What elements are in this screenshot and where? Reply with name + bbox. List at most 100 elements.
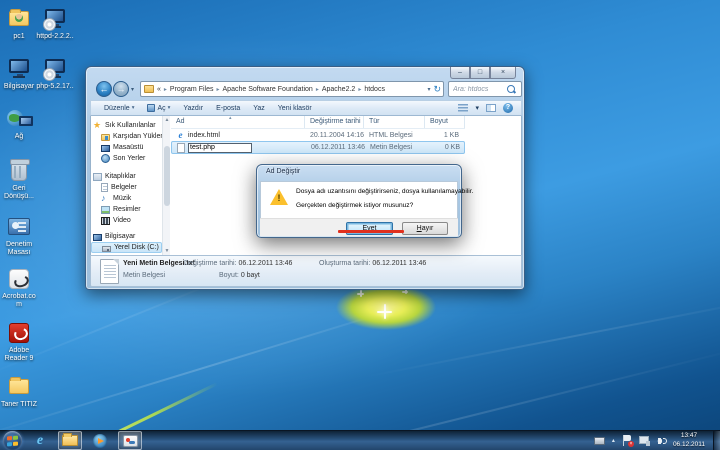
language-keyboard-icon[interactable] [594,437,605,445]
scrollbar-thumb[interactable] [164,146,170,206]
volume-icon[interactable] [657,436,667,446]
address-dropdown-icon[interactable]: ▾ [424,86,433,93]
column-header-size[interactable]: Boyut [425,116,465,128]
address-bar: ← → ▾ « ▸ Program Files ▸ Apache Softwar… [90,80,522,99]
recycle-bin-icon [5,158,33,184]
breadcrumb-separator-icon: ▸ [217,86,220,93]
sidebar-item-music[interactable]: ♪ Müzik [91,193,162,204]
taskbar: e ▴ × 13:47 06.12.2011 [0,430,720,450]
red-underline-annotation [338,230,404,233]
back-button[interactable]: ← [96,81,112,97]
toolbar-duzenle[interactable]: Düzenle ▾ [104,105,134,112]
sidebar-item-local-disk-c[interactable]: Yerel Disk (C:) [91,242,162,253]
maximize-button[interactable]: □ [470,67,490,79]
sidebar-item-downloads[interactable]: Karşıdan Yüklem [91,131,162,142]
details-file-type: Metin Belgesi [123,272,165,279]
scroll-up-icon[interactable]: ▲ [163,116,171,124]
breadcrumb-segment[interactable]: Program Files [170,86,214,93]
action-center-flag-icon[interactable]: × [622,435,632,446]
toolbar-label: Yaz [253,105,265,112]
ie-html-file-icon: e [176,131,185,140]
video-icon [101,217,110,225]
file-type: Metin Belgesi [365,144,426,151]
no-button[interactable]: Hayır [402,222,448,235]
column-header-modified[interactable]: Değiştirme tarihi [305,116,364,128]
forward-button[interactable]: → [113,81,129,97]
sidebar-item-desktop[interactable]: Masaüstü [91,142,162,153]
desktop-icon-label: Adobe Reader 9 [0,347,38,364]
open-icon [147,104,155,112]
scroll-down-icon[interactable]: ▼ [163,247,171,255]
navigation-pane: ★ Sık Kullanılanlar Karşıdan Yüklem Masa… [91,116,162,255]
breadcrumb-separator-icon: ▸ [164,86,167,93]
sidebar-label: Son Yerler [113,155,145,162]
search-input[interactable] [449,86,507,93]
desktop-icon-acrobat-com[interactable]: Acrobat.com [0,266,38,310]
file-row-index-html[interactable]: e index.html 20.11.2004 14:16 HTML Belge… [171,129,465,141]
desktop-icon-label: httpd-2.2.2.. [36,33,74,41]
desktop-icon-geri-donusum[interactable]: Geri Dönüşü... [0,158,38,202]
shared-folder-icon [5,6,33,32]
preview-pane-icon[interactable] [486,104,496,112]
desktop-icon-bilgisayar[interactable]: Bilgisayar [0,56,38,91]
sidebar-item-recent-places[interactable]: Son Yerler [91,153,162,164]
sidebar-group-favorites[interactable]: ★ Sık Kullanılanlar [91,120,162,131]
column-header-type[interactable]: Tür [364,116,425,128]
sidebar-item-pictures[interactable]: Resimler [91,204,162,215]
desktop-icon-taner-titiz[interactable]: Taner TITIZ [0,374,38,409]
taskbar-media-player[interactable] [88,431,112,450]
taskbar-windows-explorer[interactable] [58,431,82,450]
search-icon[interactable] [507,85,516,94]
toolbar-ac[interactable]: Aç ▾ [147,104,170,112]
minimize-button[interactable]: – [450,67,470,79]
sidebar-group-libraries[interactable]: Kitaplıklar [91,171,162,182]
file-modified: 06.12.2011 13:46 [306,144,365,151]
star-icon: ★ [93,121,102,130]
toolbar-yazdir[interactable]: Yazdır [183,105,203,112]
start-button[interactable] [3,431,22,450]
text-document-icon [100,259,119,284]
desktop-icon-php-installer[interactable]: php-5.2.17.. [36,56,74,91]
toolbar-yaz[interactable]: Yaz [253,105,265,112]
taskbar-clock[interactable]: 13:47 06.12.2011 [673,432,705,448]
details-modified: Değiştirme tarihi: 06.12.2011 13:46 [184,260,292,267]
desktop-icon-ag[interactable]: Ağ [0,106,38,141]
refresh-icon[interactable]: ↻ [433,84,441,95]
desktop-icon-httpd-installer[interactable]: httpd-2.2.2.. [36,6,74,41]
cursor-sparkle-icon [377,304,392,319]
generic-file-icon [177,143,185,153]
sidebar-label: Yerel Disk (C:) [114,244,159,251]
sidebar-label: Karşıdan Yüklem [113,133,162,140]
tray-expand-icon[interactable]: ▴ [612,437,615,444]
breadcrumb-segment[interactable]: Apache2.2 [322,86,355,93]
sidebar-label: Bilgisayar [105,233,135,240]
desktop-icon-denetim-masasi[interactable]: Denetim Masası [0,214,38,258]
toolbar-yeni-klasor[interactable]: Yeni klasör [278,105,312,112]
network-status-icon[interactable] [639,436,650,446]
sidebar-item-documents[interactable]: Belgeler [91,182,162,193]
column-header-name[interactable]: Ad ▴ [171,116,305,128]
toolbar-eposta[interactable]: E-posta [216,105,240,112]
desktop-icon-adobe-reader[interactable]: Adobe Reader 9 [0,320,38,364]
views-icon[interactable] [458,104,468,112]
sidebar-scrollbar[interactable]: ▲ ▼ [162,116,170,255]
sidebar-group-computer[interactable]: Bilgisayar [91,231,162,242]
chevron-down-icon: ▾ [168,105,171,111]
desktop-icon-label: php-5.2.17.. [36,83,74,91]
file-list: Ad ▴ Değiştirme tarihi Tür Boyut e index… [171,116,465,154]
taskbar-paint[interactable] [118,431,142,450]
close-button[interactable]: × [490,67,516,79]
yes-button[interactable]: Evet [346,222,393,235]
show-desktop-button[interactable] [713,431,720,450]
sidebar-item-video[interactable]: Video [91,215,162,226]
taskbar-internet-explorer[interactable]: e [28,431,52,450]
chevron-down-icon[interactable]: ▾ [475,104,479,112]
help-icon[interactable]: ? [503,103,513,113]
desktop-icon-pc1[interactable]: pc1 [0,6,38,41]
breadcrumb-segment[interactable]: Apache Software Foundation [223,86,313,93]
breadcrumb[interactable]: « ▸ Program Files ▸ Apache Software Foun… [140,81,444,97]
recent-pages-dropdown-icon[interactable]: ▾ [131,86,134,93]
rename-input[interactable] [188,143,252,153]
file-row-test-php[interactable]: 06.12.2011 13:46 Metin Belgesi 0 KB [171,141,465,154]
breadcrumb-segment[interactable]: htdocs [364,86,385,93]
